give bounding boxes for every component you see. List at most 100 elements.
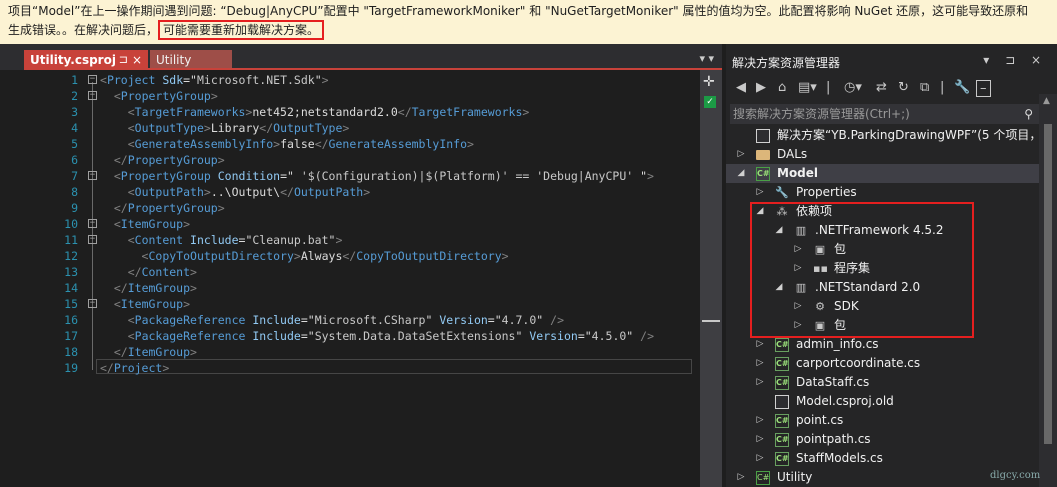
tree-item[interactable]: ▷ ▣ 包 (726, 316, 1057, 335)
collapse-arrow-icon[interactable]: ◢ (736, 164, 746, 183)
tree-item[interactable]: ▷ DALs (726, 145, 1057, 164)
code-line[interactable]: 11 − <Content Include="Cleanup.bat"> (0, 232, 692, 248)
preview-icon[interactable]: – (976, 80, 991, 97)
forward-icon[interactable]: ▶ (756, 80, 766, 95)
code-token: PackageReference (134, 313, 246, 327)
fold-toggle-icon[interactable]: − (88, 299, 97, 308)
tree-item[interactable]: ▷ C# carportcoordinate.cs (726, 354, 1057, 373)
code-line[interactable]: 17 <PackageReference Include="System.Dat… (0, 328, 692, 344)
fold-toggle-icon[interactable]: − (88, 171, 97, 180)
close-icon[interactable]: × (132, 50, 142, 70)
refresh-icon[interactable]: ↻ (898, 80, 909, 95)
tab-utility[interactable]: Utility (150, 50, 232, 70)
code-line[interactable]: 1 − <Project Sdk="Microsoft.NET.Sdk"> (0, 72, 692, 88)
code-line[interactable]: 18 </ItemGroup> (0, 344, 692, 360)
expand-arrow-icon[interactable]: ▷ (755, 449, 765, 468)
tab-overflow-menu-icon[interactable]: ▾ ▾ (699, 52, 714, 65)
collapse-arrow-icon[interactable]: ◢ (774, 278, 784, 297)
code-line[interactable]: 10 − <ItemGroup> (0, 216, 692, 232)
code-line[interactable]: 7 − <PropertyGroup Condition=" '$(Configu… (0, 168, 692, 184)
code-line[interactable]: 12 <CopyToOutputDirectory>Always</CopyTo… (0, 248, 692, 264)
code-line[interactable]: 2 − <PropertyGroup> (0, 88, 692, 104)
tree-item[interactable]: ▷ ▪▪ 程序集 (726, 259, 1057, 278)
tree-item[interactable]: ▷ 🔧 Properties (726, 183, 1057, 202)
expand-arrow-icon[interactable]: ▷ (755, 354, 765, 373)
tree-item[interactable]: 解决方案“YB.ParkingDrawingWPF”(5 个项目，共 (726, 126, 1057, 145)
tree-item[interactable]: ▷ C# point.cs (726, 411, 1057, 430)
code-line[interactable]: 14 </ItemGroup> (0, 280, 692, 296)
expand-arrow-icon[interactable]: ▷ (755, 430, 765, 449)
pending-changes-filter-icon[interactable]: ◷▾ (844, 80, 862, 95)
tree-item[interactable]: ◢ C# Model (726, 164, 1057, 183)
properties-wrench-icon[interactable]: 🔧 (954, 80, 970, 95)
code-line[interactable]: 5 <GenerateAssemblyInfo>false</GenerateA… (0, 136, 692, 152)
expand-arrow-icon[interactable]: ▷ (755, 411, 765, 430)
code-line[interactable]: 3 <TargetFrameworks>net452;netstandard2.… (0, 104, 692, 120)
switch-views-icon[interactable]: ▤▾ (798, 80, 817, 95)
code-token: Condition (217, 169, 281, 183)
code-text: <Project Sdk="Microsoft.NET.Sdk"> (100, 72, 329, 88)
tree-item-label: SDK (834, 299, 859, 313)
back-icon[interactable]: ◀ (736, 80, 746, 95)
pin-icon[interactable]: ⊐ (119, 50, 128, 70)
code-line[interactable]: 6 </PropertyGroup> (0, 152, 692, 168)
code-editor[interactable]: 1− <Project Sdk="Microsoft.NET.Sdk"> 2− <P… (0, 70, 700, 487)
code-line[interactable]: 16 <PackageReference Include="Microsoft.… (0, 312, 692, 328)
collapse-all-icon[interactable]: ⧉ (920, 80, 929, 95)
fold-toggle-icon[interactable]: − (88, 91, 97, 100)
fold-toggle-icon[interactable]: − (88, 75, 97, 84)
tree-item[interactable]: ◢ ▥ .NETFramework 4.5.2 (726, 221, 1057, 240)
home-icon[interactable]: ⌂ (778, 80, 786, 95)
separator: | (940, 80, 945, 95)
tree-item[interactable]: ▷ ▣ 包 (726, 240, 1057, 259)
tree-item[interactable]: ▷ C# StaffModels.cs (726, 449, 1057, 468)
panel-window-buttons[interactable]: ▾ ⊐ × (983, 53, 1047, 67)
expand-arrow-icon[interactable]: ▷ (755, 373, 765, 392)
tree-item[interactable]: ▷ C# DataStaff.cs (726, 373, 1057, 392)
code-line[interactable]: 8 <OutputPath>..\Output\</OutputPath> (0, 184, 692, 200)
code-line[interactable]: 13 </Content> (0, 264, 692, 280)
tree-item[interactable]: ◢ ▥ .NETStandard 2.0 (726, 278, 1057, 297)
expand-arrow-icon[interactable]: ▷ (755, 183, 765, 202)
tree-item-label: Model (777, 166, 819, 180)
tree-item[interactable]: Model.csproj.old (726, 392, 1057, 411)
fold-toggle-icon[interactable]: − (88, 219, 97, 228)
fold-toggle-icon[interactable]: − (88, 235, 97, 244)
line-number: 5 (71, 137, 78, 151)
expand-arrow-icon[interactable]: ▷ (736, 468, 746, 487)
expand-arrow-icon[interactable]: ▷ (736, 145, 746, 164)
tree-item[interactable]: ◢ ⁂ 依赖项 (726, 202, 1057, 221)
solution-explorer-scrollbar[interactable]: ▲ (1039, 94, 1057, 487)
code-token: PropertyGroup (120, 89, 211, 103)
expand-arrow-icon[interactable]: ▷ (755, 335, 765, 354)
code-token: GenerateAssemblyInfo (328, 137, 468, 151)
collapse-arrow-icon[interactable]: ◢ (755, 202, 765, 221)
code-line[interactable]: 9 </PropertyGroup> (0, 200, 692, 216)
info-bar-line2: 生成错误。。在解决问题后， 可能需要重新加载解决方案。 (8, 20, 1049, 40)
expand-arrow-icon[interactable]: ▷ (793, 316, 803, 335)
search-icon[interactable]: ⚲ (1024, 104, 1033, 124)
tree-item[interactable]: ▷ ⚙ SDK (726, 297, 1057, 316)
scroll-up-icon[interactable]: ▲ (1043, 96, 1050, 106)
code-token: Project (113, 361, 163, 375)
tree-item[interactable]: ▷ C# pointpath.cs (726, 430, 1057, 449)
code-token: < (113, 169, 121, 183)
scrollbar-thumb[interactable] (1044, 124, 1052, 444)
collapse-arrow-icon[interactable]: ◢ (774, 221, 784, 240)
editor-scrollbar[interactable]: ✛ ✓ (700, 70, 722, 487)
expand-arrow-icon[interactable]: ▷ (793, 259, 803, 278)
split-icon[interactable]: ✛ (703, 74, 715, 90)
code-line[interactable]: 15 − <ItemGroup> (0, 296, 692, 312)
code-line[interactable]: 4 <OutputType>Library</OutputType> (0, 120, 692, 136)
code-line[interactable]: 19 </Project> (0, 360, 692, 376)
tab-utility-csproj[interactable]: Utility.csproj ⊐ × (24, 50, 148, 70)
tree-item[interactable]: ▷ C# admin_info.cs (726, 335, 1057, 354)
code-token: > (321, 73, 329, 87)
expand-arrow-icon[interactable]: ▷ (793, 240, 803, 259)
solution-search-input[interactable]: 搜索解决方案资源管理器(Ctrl+;) ⚲ ▾ (730, 104, 1053, 124)
expand-arrow-icon[interactable]: ▷ (793, 297, 803, 316)
sync-icon[interactable]: ⇄ (876, 80, 887, 95)
